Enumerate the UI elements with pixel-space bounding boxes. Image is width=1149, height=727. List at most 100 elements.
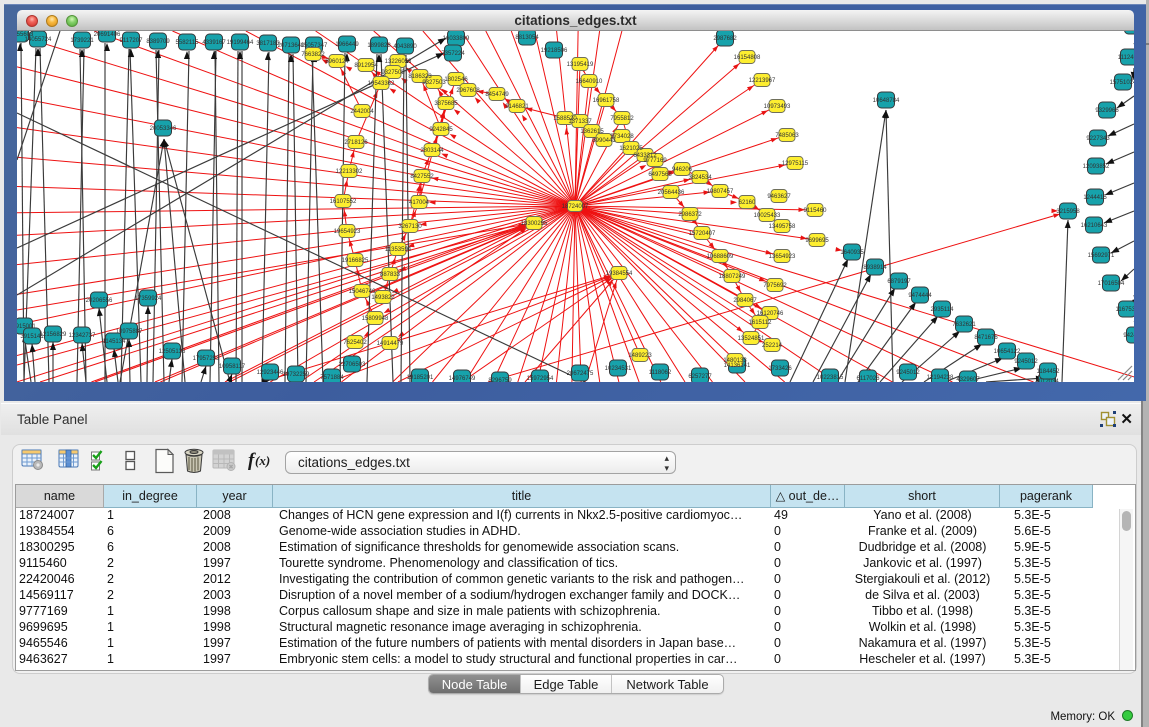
svg-text:17016504: 17016504 xyxy=(1098,281,1125,287)
svg-text:12213967: 12213967 xyxy=(749,78,776,84)
svg-text:10688609: 10688609 xyxy=(707,254,734,260)
svg-text:9115460: 9115460 xyxy=(804,208,828,214)
svg-text:9734028: 9734028 xyxy=(610,134,634,140)
svg-text:1615112: 1615112 xyxy=(749,320,773,326)
svg-text:2986372: 2986372 xyxy=(678,212,702,218)
svg-text:9424502: 9424502 xyxy=(1123,333,1134,339)
svg-text:10223815: 10223815 xyxy=(817,375,844,381)
svg-text:10807457: 10807457 xyxy=(707,189,734,195)
svg-text:1118062: 1118062 xyxy=(649,370,672,376)
svg-text:887833: 887833 xyxy=(380,272,401,278)
svg-text:5582115: 5582115 xyxy=(176,40,200,46)
svg-text:12923446: 12923446 xyxy=(257,370,284,376)
svg-text:7663822: 7663822 xyxy=(301,52,325,58)
svg-text:16120746: 16120746 xyxy=(757,311,784,317)
svg-text:1915001: 1915001 xyxy=(17,324,36,330)
svg-text:8471676: 8471676 xyxy=(974,335,998,341)
svg-text:15046746: 15046746 xyxy=(349,289,376,295)
svg-text:17957253: 17957253 xyxy=(193,356,220,362)
svg-text:22706503: 22706503 xyxy=(339,362,366,368)
svg-text:2718126: 2718126 xyxy=(344,140,368,146)
svg-text:946206: 946206 xyxy=(672,167,693,173)
svg-text:19654923: 19654923 xyxy=(334,229,361,235)
svg-text:1739221: 1739221 xyxy=(70,38,94,44)
svg-text:19199464: 19199464 xyxy=(227,40,254,46)
svg-text:3824534: 3824534 xyxy=(688,175,712,181)
svg-text:3875685: 3875685 xyxy=(434,101,458,107)
svg-text:4339167: 4339167 xyxy=(202,40,226,46)
svg-text:19166825: 19166825 xyxy=(342,258,369,264)
svg-text:6879197: 6879197 xyxy=(887,279,911,285)
svg-text:2987682: 2987682 xyxy=(713,36,737,42)
svg-text:1480133: 1480133 xyxy=(723,358,747,364)
svg-text:13195419: 13195419 xyxy=(567,62,594,68)
svg-text:1167534: 1167534 xyxy=(1116,307,1134,313)
svg-text:9227343: 9227343 xyxy=(1086,136,1110,142)
svg-text:12194238: 12194238 xyxy=(927,375,954,381)
svg-text:16961758: 16961758 xyxy=(593,98,620,104)
svg-text:16154808: 16154808 xyxy=(734,55,761,61)
svg-text:16640910: 16640910 xyxy=(576,79,603,85)
svg-text:7632621: 7632621 xyxy=(952,322,976,328)
svg-text:1145134: 1145134 xyxy=(103,339,127,345)
svg-text:12093852: 12093852 xyxy=(1083,164,1110,170)
svg-text:9327503: 9327503 xyxy=(422,80,446,86)
svg-text:18807249: 18807249 xyxy=(719,274,746,280)
svg-text:19732259: 19732259 xyxy=(283,372,310,378)
svg-text:6497568: 6497568 xyxy=(648,172,672,178)
svg-text:8454749: 8454749 xyxy=(485,92,509,98)
svg-text:20691406: 20691406 xyxy=(94,32,121,38)
svg-text:18300295: 18300295 xyxy=(521,221,548,227)
svg-text:11353594: 11353594 xyxy=(385,247,412,253)
svg-text:1966449: 1966449 xyxy=(335,42,359,48)
svg-text:1244415: 1244415 xyxy=(1083,195,1107,201)
svg-text:12342737: 12342737 xyxy=(69,333,96,339)
svg-text:7571884: 7571884 xyxy=(320,375,344,381)
svg-text:10648784: 10648784 xyxy=(873,98,900,104)
svg-text:9242845: 9242845 xyxy=(429,127,453,133)
svg-text:20053346: 20053346 xyxy=(150,126,177,132)
svg-text:9777169: 9777169 xyxy=(643,158,667,164)
svg-text:20672475: 20672475 xyxy=(567,371,594,377)
svg-text:9474444: 9474444 xyxy=(908,293,932,299)
svg-text:13495758: 13495758 xyxy=(769,224,796,230)
svg-text:1371337: 1371337 xyxy=(568,119,592,125)
svg-text:417004: 417004 xyxy=(409,200,430,206)
svg-text:62160: 62160 xyxy=(739,200,756,206)
svg-text:252214: 252214 xyxy=(762,343,783,349)
svg-text:7485063: 7485063 xyxy=(775,133,799,139)
svg-text:19185201: 19185201 xyxy=(407,375,434,381)
svg-text:9463627: 9463627 xyxy=(767,194,791,200)
svg-text:9245012: 9245012 xyxy=(1014,359,1038,365)
svg-text:1184452: 1184452 xyxy=(1037,369,1061,375)
svg-text:4012034: 4012034 xyxy=(1035,379,1059,382)
svg-text:12975115: 12975115 xyxy=(782,161,809,167)
svg-text:19384554: 19384554 xyxy=(606,271,633,277)
svg-text:12156829: 12156829 xyxy=(40,332,67,338)
svg-text:16210643: 16210643 xyxy=(1081,223,1108,229)
svg-text:14055724: 14055724 xyxy=(25,37,52,43)
svg-text:6117026: 6117026 xyxy=(857,376,881,382)
svg-text:10543362: 10543362 xyxy=(368,81,395,87)
svg-text:7975692: 7975692 xyxy=(763,283,787,289)
svg-text:8938914: 8938914 xyxy=(863,265,887,271)
svg-text:9117207: 9117207 xyxy=(120,38,144,44)
svg-text:13524851: 13524851 xyxy=(738,336,765,342)
svg-text:10654122: 10654122 xyxy=(994,349,1021,355)
svg-text:1362615: 1362615 xyxy=(580,129,604,135)
svg-text:15751024: 15751024 xyxy=(1110,80,1134,86)
svg-text:10973493: 10973493 xyxy=(764,104,791,110)
svg-text:20564436: 20564436 xyxy=(658,190,685,196)
svg-text:16107552: 16107552 xyxy=(330,199,357,205)
svg-text:2967608: 2967608 xyxy=(456,88,480,94)
svg-text:1621025: 1621025 xyxy=(619,146,643,152)
svg-text:10234531: 10234531 xyxy=(605,366,632,372)
svg-text:19218506: 19218506 xyxy=(541,48,568,54)
svg-text:7357224: 7357224 xyxy=(441,51,465,57)
svg-text:10958117: 10958117 xyxy=(219,364,246,370)
svg-text:1489223: 1489223 xyxy=(628,353,652,359)
svg-text:1640935: 1640935 xyxy=(840,250,864,256)
svg-text:14976749: 14976749 xyxy=(449,376,476,382)
svg-text:9327508: 9327508 xyxy=(381,70,405,76)
svg-text:12505135: 12505135 xyxy=(159,349,186,355)
